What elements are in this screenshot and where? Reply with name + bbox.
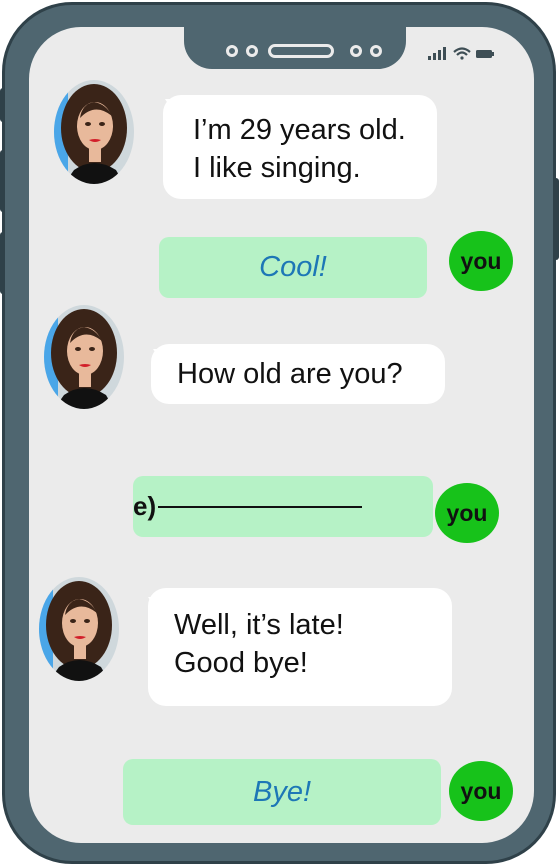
friend-avatar	[44, 305, 124, 409]
you-message-bubble: Cool!	[159, 237, 427, 298]
camera-dot	[246, 45, 258, 57]
you-badge: you	[449, 231, 513, 291]
sensor-dot	[370, 45, 382, 57]
phone-notch	[184, 27, 406, 69]
you-badge: you	[449, 761, 513, 821]
you-message-bubble: Bye!	[123, 759, 441, 825]
message-line: Good bye!	[174, 647, 308, 679]
speaker-bar	[268, 44, 334, 58]
camera-dot	[226, 45, 238, 57]
message-line: I’m 29 years old.	[193, 114, 406, 146]
wifi-icon	[453, 47, 471, 60]
you-message-text: Cool!	[259, 251, 327, 283]
answer-blank-line[interactable]	[158, 505, 363, 508]
friend-message-bubble: I’m 29 years old. I like singing.	[163, 95, 437, 199]
message-line: How old are you?	[177, 358, 403, 390]
you-badge: you	[435, 483, 499, 543]
friend-avatar	[39, 577, 119, 681]
battery-icon	[476, 50, 494, 58]
phone-frame: I’m 29 years old. I like singing. Cool! …	[2, 2, 556, 864]
friend-message-bubble: Well, it’s late! Good bye!	[148, 588, 452, 706]
message-line: I like singing.	[193, 152, 361, 184]
friend-message-bubble: How old are you?	[151, 344, 445, 404]
sensor-dot	[350, 45, 362, 57]
status-bar	[428, 47, 494, 60]
you-message-text: Bye!	[252, 775, 312, 808]
phone-screen: I’m 29 years old. I like singing. Cool! …	[29, 27, 534, 843]
message-line: Well, it’s late!	[174, 609, 344, 641]
signal-icon	[428, 47, 446, 60]
friend-avatar	[54, 80, 134, 184]
answer-blank-bubble[interactable]: e)	[133, 476, 433, 537]
question-label: e)	[133, 491, 157, 521]
